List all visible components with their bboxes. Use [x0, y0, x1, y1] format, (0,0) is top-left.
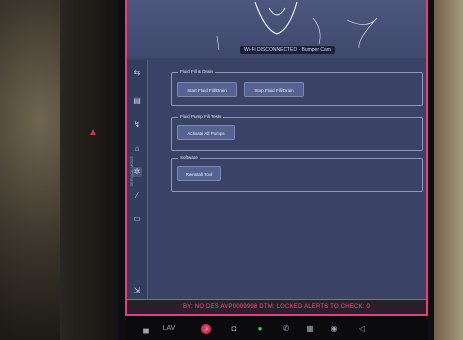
music-icon[interactable]: ♪ [201, 324, 211, 334]
phone-icon[interactable]: ✆ [281, 324, 291, 334]
service-status-bar: BY: NO DES AVP0009998 DTM: LOCKED ALERTS… [127, 299, 426, 314]
controls-icon[interactable]: ⌂ [132, 144, 142, 154]
touchscreen: Wi-Fi DISCONNECTED · Bumper Cam ⇆ ▤ ↯ ⌂ … [125, 0, 428, 316]
volume-icon[interactable]: ◁ [357, 324, 367, 334]
swap-icon[interactable]: ⇆ [132, 68, 142, 78]
car-icon[interactable]: ▤ [132, 96, 142, 106]
reinstall-tool-button[interactable]: Reinstall Tool [177, 166, 221, 181]
temperature-label[interactable]: LAV [159, 324, 179, 334]
pump-test-group: Fluid Pump Fill Tests Activate All Pumps [171, 113, 423, 151]
service-content: Fluid Fill & Drain Start Fluid Fill/Drai… [155, 60, 423, 300]
camera-view: Wi-Fi DISCONNECTED · Bumper Cam [127, 0, 426, 58]
service-sidebar: ⇆ ▤ ↯ ⌂ ✲ ⁄ ▭ ⇲ SERVICE MODE [127, 60, 148, 300]
dashboard-trim-left [60, 0, 120, 340]
dashcam-icon[interactable]: ◉ [329, 324, 339, 334]
start-fluid-fill-button[interactable]: Start Fluid Fill/Drain [177, 82, 237, 97]
charging-icon[interactable]: ↯ [132, 120, 142, 130]
wrench-icon[interactable]: ⁄ [132, 191, 142, 201]
spotify-icon[interactable]: ● [255, 324, 265, 334]
bottom-taskbar: ▄ LAV ♪ ◘ ● ✆ ▦ ◉ ◁ [125, 316, 428, 340]
pump-test-title: Fluid Pump Fill Tests [178, 113, 224, 120]
sidebar-caption: SERVICE MODE [129, 156, 134, 187]
activate-pumps-button[interactable]: Activate All Pumps [177, 125, 235, 140]
exit-icon[interactable]: ⇲ [132, 286, 142, 296]
software-title: Software [178, 154, 200, 161]
car-icon[interactable]: ▄ [141, 324, 151, 334]
calendar-icon[interactable]: ▦ [305, 324, 315, 334]
fluid-fill-title: Fluid Fill & Drain [178, 68, 216, 75]
camera-caption: Wi-Fi DISCONNECTED · Bumper Cam [240, 46, 335, 54]
stop-fluid-fill-button[interactable]: Stop Fluid Fill/Drain [244, 82, 304, 97]
dashboard-trim-right [433, 0, 463, 340]
notes-icon[interactable]: ▭ [132, 214, 142, 224]
car-interior-photo: ▲ Wi-Fi DISCONNECTED · Bumper Cam ⇆ ▤ ↯ … [0, 0, 463, 340]
fluid-fill-group: Fluid Fill & Drain Start Fluid Fill/Drai… [171, 68, 423, 106]
camera-icon[interactable]: ◘ [229, 324, 239, 334]
software-group: Software Reinstall Tool [171, 154, 423, 192]
hazard-icon[interactable]: ▲ [88, 128, 98, 138]
